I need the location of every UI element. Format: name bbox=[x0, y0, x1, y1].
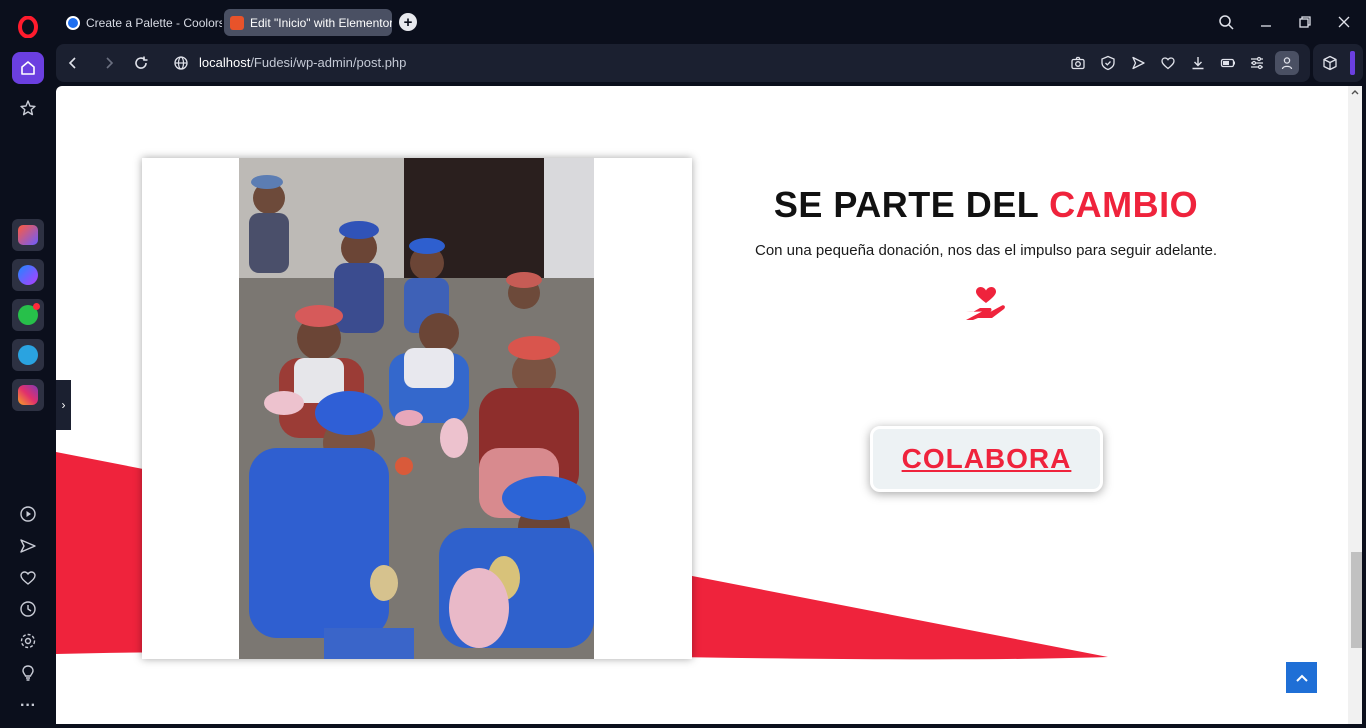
history-button[interactable] bbox=[12, 593, 44, 625]
snapshot-button[interactable] bbox=[1068, 53, 1088, 73]
restore-button[interactable] bbox=[1293, 10, 1317, 34]
tab-title: Create a Palette - Coolors bbox=[86, 15, 222, 30]
battery-icon bbox=[1220, 58, 1235, 68]
sidebar-accent-bar bbox=[1350, 51, 1355, 75]
instagram-app[interactable] bbox=[12, 379, 44, 411]
telegram-icon bbox=[18, 345, 38, 365]
whatsapp-app[interactable] bbox=[12, 299, 44, 331]
page-scrollbar[interactable] bbox=[1348, 86, 1362, 724]
url-host: localhost bbox=[199, 55, 251, 70]
plus-icon: + bbox=[403, 13, 413, 31]
instagram-icon bbox=[18, 385, 38, 405]
extensions-box bbox=[1313, 44, 1363, 82]
bookmark-button[interactable] bbox=[1158, 53, 1178, 73]
site-info-button[interactable] bbox=[171, 53, 191, 73]
extensions-button[interactable] bbox=[1320, 53, 1340, 73]
scrollbar-thumb[interactable] bbox=[1351, 552, 1362, 648]
download-icon bbox=[1192, 57, 1204, 70]
battery-saver-button[interactable] bbox=[1218, 53, 1238, 73]
chevron-up-icon bbox=[1295, 674, 1308, 682]
url-path: /Fudesi/wp-admin/post.php bbox=[250, 55, 407, 70]
reload-button[interactable] bbox=[131, 53, 151, 73]
children-photo-image bbox=[239, 158, 594, 659]
close-icon bbox=[1338, 16, 1350, 28]
heading-accent-text: CAMBIO bbox=[1049, 184, 1199, 225]
easy-setup-icon bbox=[1251, 56, 1263, 70]
search-tabs-button[interactable] bbox=[1214, 10, 1238, 34]
send-icon bbox=[20, 539, 36, 553]
more-icon: ··· bbox=[20, 697, 36, 714]
lightbulb-icon bbox=[22, 665, 34, 681]
colabora-label: COLABORA bbox=[901, 443, 1072, 474]
favorites-button[interactable] bbox=[12, 562, 44, 594]
new-tab-button[interactable]: + bbox=[399, 13, 417, 31]
notification-dot bbox=[33, 303, 40, 310]
hand-heart-icon bbox=[966, 287, 1005, 320]
telegram-app[interactable] bbox=[12, 339, 44, 371]
minimize-button[interactable] bbox=[1254, 10, 1278, 34]
aria-icon bbox=[18, 225, 38, 245]
back-button[interactable] bbox=[63, 53, 83, 73]
heart-icon bbox=[1161, 57, 1175, 70]
tab-elementor[interactable]: Edit "Inicio" with Elementor bbox=[224, 9, 392, 36]
profile-button[interactable] bbox=[1275, 51, 1299, 75]
chevron-left-icon bbox=[68, 57, 76, 69]
settings-button[interactable] bbox=[12, 625, 44, 657]
tab-bar: Create a Palette - Coolors Edit "Inicio"… bbox=[56, 0, 1366, 44]
forward-button[interactable] bbox=[99, 53, 119, 73]
address-toolbar: localhost/Fudesi/wp-admin/post.php bbox=[56, 44, 1310, 82]
scroll-up-icon bbox=[1351, 90, 1359, 95]
tips-button[interactable] bbox=[12, 657, 44, 689]
player-icon bbox=[20, 506, 36, 522]
tab-title: Edit "Inicio" with Elementor bbox=[250, 15, 392, 30]
heading-main-text: SE PARTE DEL bbox=[773, 184, 1050, 225]
cube-icon bbox=[1323, 55, 1337, 71]
downloads-button[interactable] bbox=[1188, 53, 1208, 73]
minimize-icon bbox=[1261, 25, 1271, 27]
flow-button[interactable] bbox=[1128, 53, 1148, 73]
section-subtext: Con una pequeña donación, nos das el imp… bbox=[755, 242, 1217, 259]
star-icon bbox=[20, 100, 36, 116]
section-heading: SE PARTE DEL CAMBIO bbox=[736, 184, 1236, 226]
close-window-button[interactable] bbox=[1332, 10, 1356, 34]
children-photo bbox=[239, 158, 594, 659]
profile-icon bbox=[1281, 57, 1293, 70]
browser-sidebar: ··· bbox=[0, 0, 56, 728]
reload-icon bbox=[135, 56, 148, 69]
search-icon bbox=[1219, 15, 1234, 30]
opera-logo-icon[interactable] bbox=[18, 16, 38, 38]
home-button[interactable] bbox=[12, 52, 44, 84]
play-icon bbox=[1132, 56, 1145, 70]
settings-icon bbox=[20, 633, 36, 649]
page-viewport: SE PARTE DEL CAMBIO Con una pequeña dona… bbox=[56, 86, 1348, 724]
coolors-favicon-icon bbox=[66, 15, 80, 30]
camera-icon bbox=[1071, 56, 1085, 70]
aria-app[interactable] bbox=[12, 219, 44, 251]
home-icon bbox=[21, 61, 35, 75]
chevron-right-icon bbox=[106, 57, 114, 69]
globe-icon bbox=[174, 56, 188, 70]
xampp-favicon-icon bbox=[230, 15, 244, 30]
chevron-right-icon: › bbox=[61, 398, 66, 412]
messenger-app[interactable] bbox=[12, 259, 44, 291]
messenger-icon bbox=[18, 265, 38, 285]
player-button[interactable] bbox=[12, 498, 44, 530]
restore-icon bbox=[1299, 16, 1311, 28]
back-to-top-button[interactable] bbox=[1286, 662, 1317, 693]
address-bar[interactable]: localhost/Fudesi/wp-admin/post.php bbox=[199, 55, 406, 70]
send-button[interactable] bbox=[12, 530, 44, 562]
shield-icon bbox=[1101, 55, 1115, 71]
speed-dial-button[interactable] bbox=[12, 92, 44, 124]
tab-coolors[interactable]: Create a Palette - Coolors bbox=[60, 9, 222, 36]
adblock-button[interactable] bbox=[1098, 53, 1118, 73]
easy-setup-button[interactable] bbox=[1247, 53, 1267, 73]
history-icon bbox=[20, 601, 36, 617]
sidebar-expand-toggle[interactable]: › bbox=[56, 380, 71, 430]
heart-icon bbox=[20, 571, 36, 585]
photo-card bbox=[142, 158, 692, 659]
colabora-button[interactable]: COLABORA bbox=[870, 426, 1103, 492]
more-button[interactable]: ··· bbox=[12, 690, 44, 722]
